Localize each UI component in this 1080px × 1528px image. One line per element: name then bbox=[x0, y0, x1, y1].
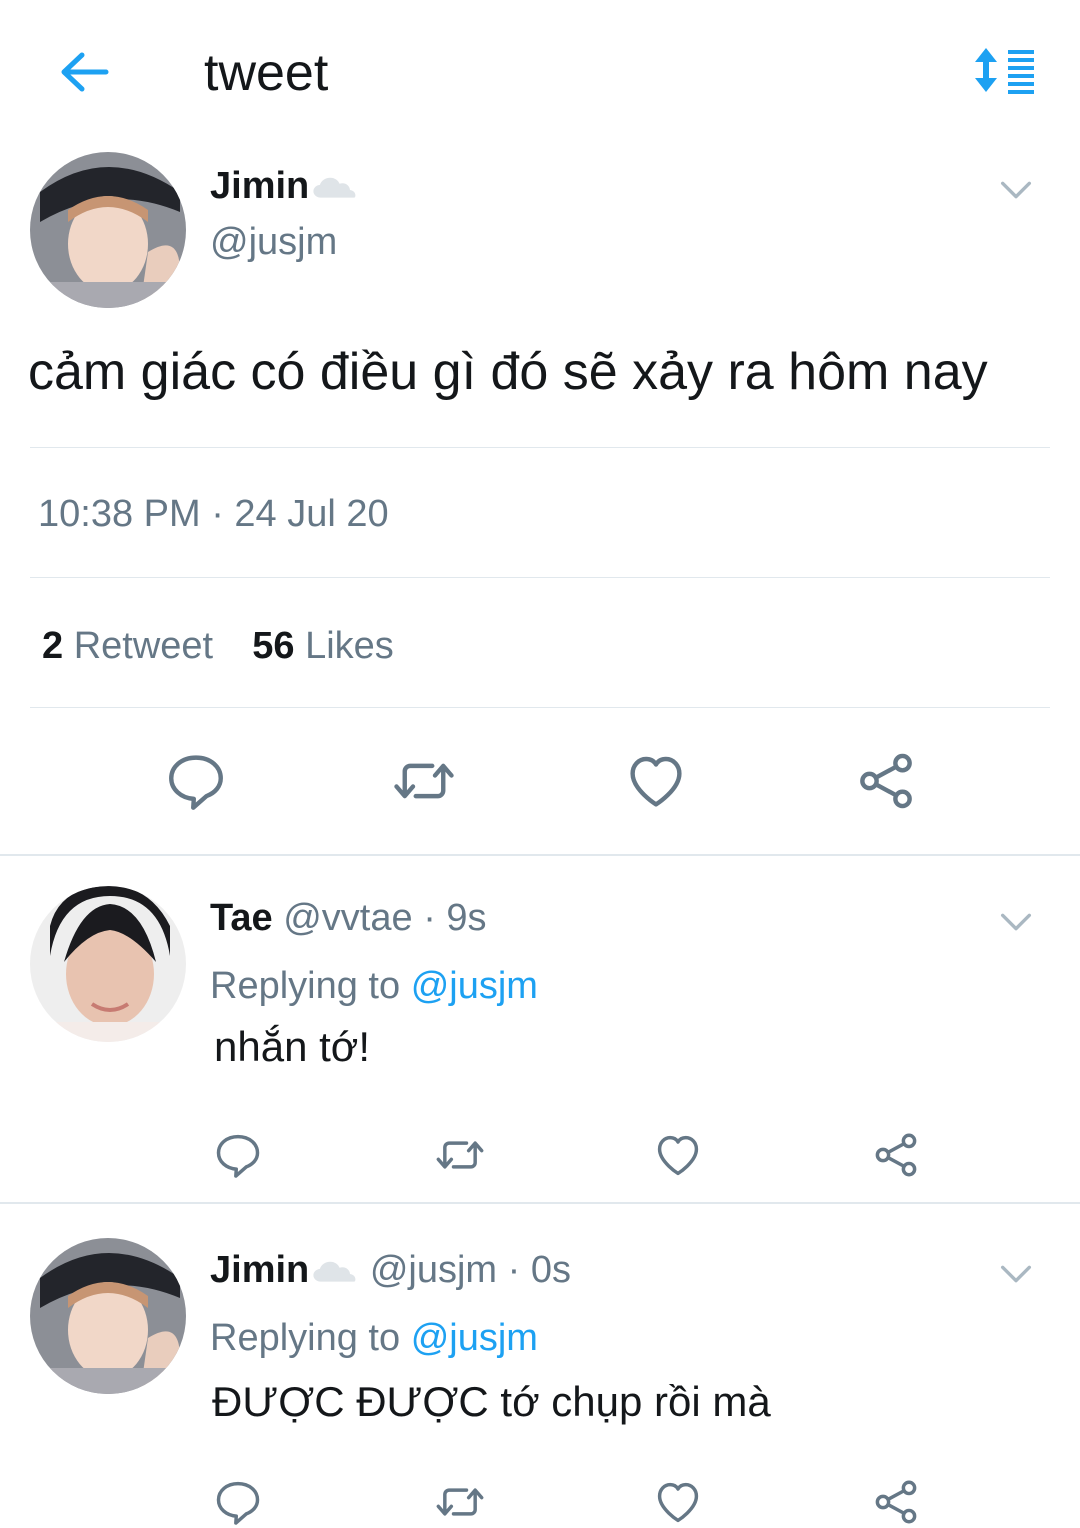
retweet-button[interactable] bbox=[432, 1476, 488, 1528]
replying-to-link[interactable]: @jusjm bbox=[411, 965, 538, 1007]
like-button[interactable] bbox=[650, 1128, 706, 1182]
replying-to-label: Replying to bbox=[210, 1317, 401, 1359]
page-title: tweet bbox=[204, 44, 329, 102]
tweet-menu-button[interactable] bbox=[990, 168, 1042, 212]
reply-icon bbox=[212, 1129, 264, 1181]
section-divider bbox=[0, 854, 1080, 856]
avatar[interactable] bbox=[30, 1238, 186, 1394]
author-handle[interactable]: @jusjm bbox=[210, 220, 337, 264]
replying-to-label: Replying to bbox=[210, 965, 401, 1007]
avatar[interactable] bbox=[30, 886, 186, 1042]
retweet-button[interactable] bbox=[432, 1128, 488, 1182]
tweet-timestamp: 10:38 PM · 24 Jul 20 bbox=[38, 493, 389, 535]
heart-icon bbox=[651, 1476, 705, 1528]
retweet-button[interactable] bbox=[388, 748, 460, 814]
reply-button[interactable] bbox=[160, 748, 232, 814]
sort-button[interactable] bbox=[968, 40, 1040, 100]
divider bbox=[30, 707, 1050, 708]
reply-text: nhắn tớ! bbox=[214, 1023, 370, 1070]
cloud-icon bbox=[311, 173, 359, 203]
back-button[interactable] bbox=[52, 44, 116, 100]
reply-author-name[interactable]: Tae bbox=[210, 897, 273, 939]
reply-icon bbox=[163, 748, 229, 814]
reply-author-name[interactable]: Jimin bbox=[210, 1249, 309, 1291]
share-button[interactable] bbox=[868, 1476, 924, 1528]
reply-time: · 9s bbox=[423, 897, 487, 939]
heart-icon bbox=[651, 1129, 705, 1181]
share-icon bbox=[870, 1129, 922, 1181]
author-name[interactable]: Jimin bbox=[210, 165, 309, 207]
like-button[interactable] bbox=[650, 1476, 706, 1528]
avatar[interactable] bbox=[30, 152, 186, 308]
reply-icon bbox=[212, 1476, 264, 1528]
chevron-down-icon bbox=[994, 1254, 1038, 1294]
reply-author-handle[interactable]: @vvtae bbox=[283, 897, 412, 939]
divider bbox=[30, 447, 1050, 448]
heart-icon bbox=[621, 748, 691, 814]
share-button[interactable] bbox=[868, 1128, 924, 1182]
share-icon bbox=[870, 1476, 922, 1528]
likes-label: Likes bbox=[305, 625, 394, 667]
arrow-left-icon bbox=[61, 52, 109, 92]
divider bbox=[30, 577, 1050, 578]
tweet-menu-button[interactable] bbox=[990, 1252, 1042, 1296]
retweet-icon bbox=[432, 1129, 488, 1181]
cloud-icon bbox=[311, 1257, 359, 1287]
sort-icon bbox=[975, 48, 1034, 94]
chevron-down-icon bbox=[994, 170, 1038, 210]
reply-button[interactable] bbox=[210, 1128, 266, 1182]
retweet-icon bbox=[388, 748, 460, 814]
share-button[interactable] bbox=[850, 748, 922, 814]
section-divider bbox=[0, 1202, 1080, 1204]
reply-time: · 0s bbox=[507, 1249, 571, 1291]
like-button[interactable] bbox=[620, 748, 692, 814]
tweet-stats: 2 Retweet 56 Likes bbox=[42, 622, 394, 670]
replying-to-link[interactable]: @jusjm bbox=[411, 1317, 538, 1359]
likes-count: 56 bbox=[252, 625, 295, 667]
reply-text: ĐƯỢC ĐƯỢC tớ chụp rồi mà bbox=[212, 1378, 771, 1425]
retweet-icon bbox=[432, 1476, 488, 1528]
retweet-count: 2 bbox=[42, 625, 64, 667]
tweet-text: cảm giác có điều gì đó sẽ xảy ra hôm nay bbox=[28, 343, 988, 401]
retweet-label: Retweet bbox=[73, 625, 214, 667]
share-icon bbox=[853, 748, 919, 814]
retweet-stat[interactable]: 2 Retweet bbox=[42, 625, 213, 667]
reply-author-handle[interactable]: @jusjm bbox=[370, 1249, 497, 1291]
reply-button[interactable] bbox=[210, 1476, 266, 1528]
chevron-down-icon bbox=[994, 902, 1038, 942]
tweet-menu-button[interactable] bbox=[990, 900, 1042, 944]
likes-stat[interactable]: 56 Likes bbox=[252, 625, 394, 667]
